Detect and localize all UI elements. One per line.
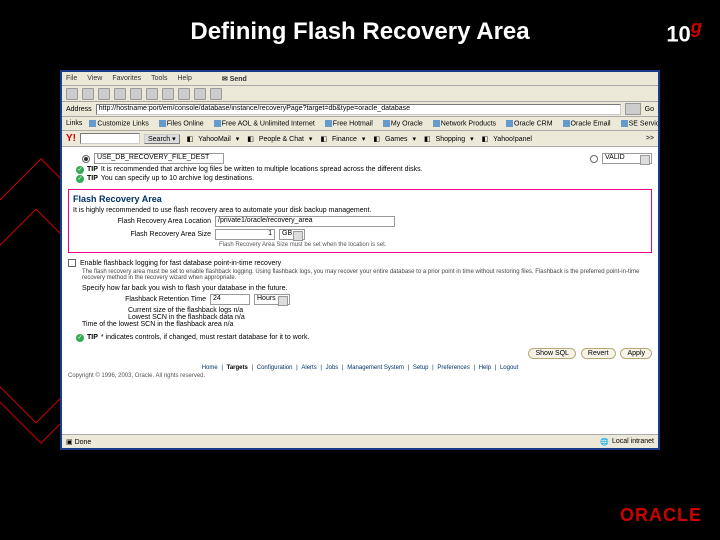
ymenu-games[interactable]: ◧ Games ▾ xyxy=(370,135,419,143)
status-bar: ▣ Done 🌐 Local intranet xyxy=(62,434,658,448)
tenG-logo: 10g xyxy=(666,16,702,47)
oracle-logo: ORACLE xyxy=(620,505,702,526)
current-size: Current size of the flashback logs n/a xyxy=(128,307,652,314)
menu-tools[interactable]: Tools xyxy=(151,75,167,82)
links-label: Links xyxy=(66,120,82,127)
slide-title: Defining Flash Recovery Area xyxy=(0,18,720,46)
link-hotmail[interactable]: Free Hotmail xyxy=(322,120,376,127)
address-label: Address xyxy=(66,106,92,113)
yahoo-toolbar: Y! Search ▾ ◧ YahooMail ▾ ◧ People & Cha… xyxy=(62,131,658,147)
stop-icon[interactable] xyxy=(98,88,110,100)
send-link[interactable]: ✉ Send xyxy=(222,75,247,83)
link-email[interactable]: Oracle Email xyxy=(560,120,614,127)
home-icon[interactable] xyxy=(130,88,142,100)
ymenu-yahoo[interactable]: ◧ Yahoo!panel xyxy=(479,135,538,143)
tip-icon: ✓ xyxy=(76,334,84,342)
address-input[interactable]: http://hostname:port/em/console/database… xyxy=(96,104,621,115)
address-bar: Address http://hostname:port/em/console/… xyxy=(62,102,658,117)
refresh-icon[interactable] xyxy=(114,88,126,100)
location-label: Flash Recovery Area Location xyxy=(81,218,211,225)
ymenu-people[interactable]: ◧ People & Chat ▾ xyxy=(244,135,315,143)
lowest-scn-time: Time of the lowest SCN in the flashback … xyxy=(82,321,652,328)
section-title: Flash Recovery Area xyxy=(73,194,647,204)
size-note: Flash Recovery Area Size must be set whe… xyxy=(219,242,647,248)
nav-jobs[interactable]: Jobs xyxy=(324,365,341,371)
nav-alerts[interactable]: Alerts xyxy=(299,365,318,371)
nav-logout[interactable]: Logout xyxy=(498,365,520,371)
link-crm[interactable]: Oracle CRM xyxy=(503,120,556,127)
history-icon[interactable] xyxy=(178,88,190,100)
status-zone: 🌐 Local intranet xyxy=(600,438,654,446)
link-files[interactable]: Files Online xyxy=(156,120,207,127)
nav-setup[interactable]: Setup xyxy=(411,365,431,371)
menu-bar: File View Favorites Tools Help ✉ Send xyxy=(62,72,658,86)
link-netprod[interactable]: Network Products xyxy=(430,120,499,127)
retention-label: Flashback Retention Time xyxy=(76,296,206,303)
go-button[interactable] xyxy=(625,103,641,115)
retention-input[interactable]: 24 xyxy=(210,294,250,305)
size-unit-select[interactable]: GB xyxy=(279,229,305,240)
nav-targets[interactable]: Targets xyxy=(225,365,250,371)
specify-text: Specify how far back you wish to flash y… xyxy=(82,285,652,292)
ymenu-finance[interactable]: ◧ Finance ▾ xyxy=(317,135,368,143)
section-desc: It is highly recommended to use flash re… xyxy=(73,207,647,214)
arch-status-select[interactable]: VALID xyxy=(602,153,652,164)
nav-help[interactable]: Help xyxy=(477,365,493,371)
menu-favorites[interactable]: Favorites xyxy=(112,75,141,82)
arch-status-radio[interactable] xyxy=(590,155,598,163)
footer-nav: Home | Targets | Configuration | Alerts … xyxy=(68,365,652,371)
nav-config[interactable]: Configuration xyxy=(255,365,295,371)
apply-button[interactable]: Apply xyxy=(620,348,652,359)
search-button[interactable]: Search ▾ xyxy=(144,134,180,144)
size-label: Flash Recovery Area Size xyxy=(81,231,211,238)
link-archive[interactable]: SE Service Archive xyxy=(618,120,658,127)
nav-prefs[interactable]: Preferences xyxy=(435,365,471,371)
revert-button[interactable]: Revert xyxy=(581,348,616,359)
link-free[interactable]: Free AOL & Unlimited Internet xyxy=(211,120,318,127)
enable-flashback-desc: The flash recovery area must be set to e… xyxy=(82,269,652,281)
forward-icon[interactable] xyxy=(82,88,94,100)
browser-window: File View Favorites Tools Help ✉ Send Ad… xyxy=(60,70,660,450)
mail-icon[interactable] xyxy=(194,88,206,100)
ymenu-shopping[interactable]: ◧ Shopping ▾ xyxy=(421,135,477,143)
print-icon[interactable] xyxy=(210,88,222,100)
nav-toolbar xyxy=(62,86,658,102)
menu-help[interactable]: Help xyxy=(177,75,191,82)
location-input[interactable]: /private1/oracle/recovery_area xyxy=(215,216,395,227)
ymenu-more[interactable]: >> xyxy=(646,135,654,142)
status-done: ▣ Done xyxy=(66,438,91,446)
show-sql-button[interactable]: Show SQL xyxy=(528,348,575,359)
tip-icon: ✓ xyxy=(76,166,84,174)
nav-mgmt[interactable]: Management System xyxy=(345,365,406,371)
yahoo-logo-icon[interactable]: Y! xyxy=(66,133,76,144)
button-row: Show SQL Revert Apply xyxy=(68,348,652,359)
enable-flashback-label: Enable flashback logging for fast databa… xyxy=(80,260,281,267)
menu-view[interactable]: View xyxy=(87,75,102,82)
links-bar: Links Customize Links Files Online Free … xyxy=(62,117,658,131)
link-customize[interactable]: Customize Links xyxy=(86,120,151,127)
menu-file[interactable]: File xyxy=(66,75,77,82)
favorites-icon[interactable] xyxy=(162,88,174,100)
ymenu-mail[interactable]: ◧ YahooMail ▾ xyxy=(184,135,243,143)
flash-recovery-section: Flash Recovery Area It is highly recomme… xyxy=(68,189,652,253)
link-myoracle[interactable]: My Oracle xyxy=(380,120,426,127)
tip-text: * indicates controls, if changed, must r… xyxy=(101,334,310,342)
go-label: Go xyxy=(645,106,654,113)
tip-icon: ✓ xyxy=(76,175,84,183)
enable-flashback-checkbox[interactable] xyxy=(68,259,76,267)
page-content: USE_DB_RECOVERY_FILE_DEST VALID ✓TIP It … xyxy=(62,147,658,434)
size-input[interactable]: 1 xyxy=(215,229,275,240)
copyright: Copyright © 1996, 2003, Oracle. All righ… xyxy=(68,373,652,379)
back-icon[interactable] xyxy=(66,88,78,100)
nav-home[interactable]: Home xyxy=(200,365,220,371)
arch-dest-value[interactable]: USE_DB_RECOVERY_FILE_DEST xyxy=(94,153,224,164)
tip-text: It is recommended that archive log files… xyxy=(101,166,423,174)
tip-text: You can specify up to 10 archive log des… xyxy=(101,175,254,183)
search-icon[interactable] xyxy=(146,88,158,100)
arch-dest-radio[interactable] xyxy=(82,155,90,163)
retention-unit-select[interactable]: Hours xyxy=(254,294,290,305)
yahoo-search-input[interactable] xyxy=(80,133,140,144)
lowest-scn: Lowest SCN in the flashback data n/a xyxy=(128,314,652,321)
